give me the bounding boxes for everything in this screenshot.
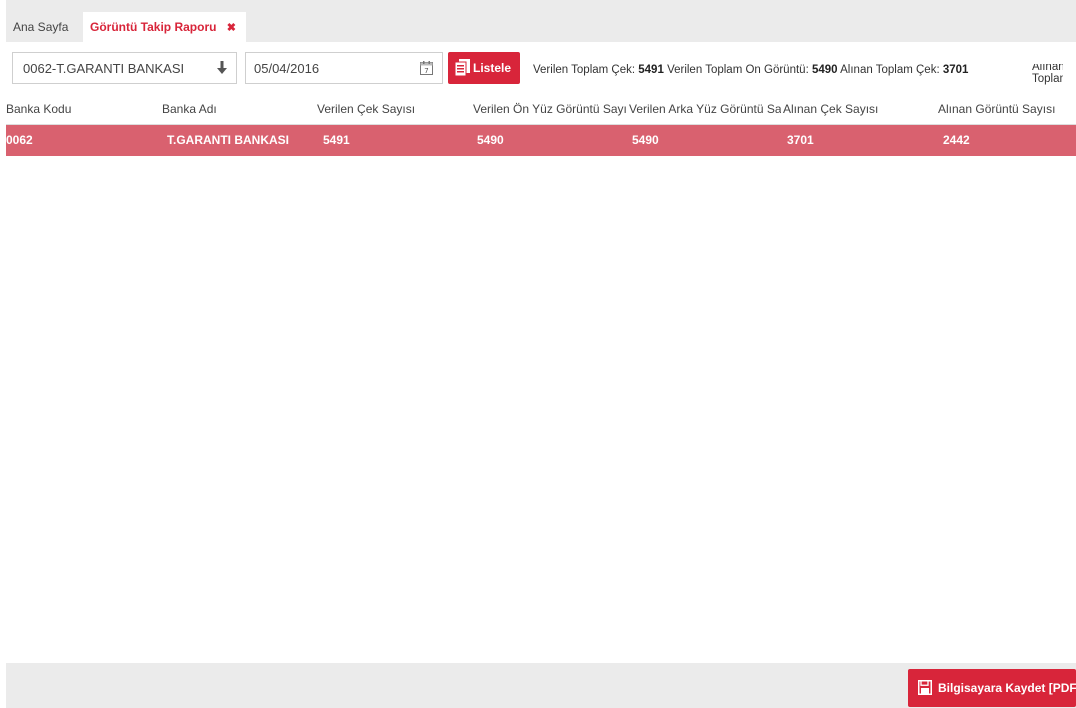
- tab-home-label: Ana Sayfa: [13, 20, 69, 34]
- document-list-icon: [454, 59, 471, 77]
- cell-bank-code: 0062: [6, 133, 33, 147]
- cell-received-cheque-count: 3701: [787, 133, 814, 147]
- table-body: 0062 T.GARANTI BANKASI 5491 5490 5490 37…: [6, 125, 1076, 663]
- cell-bank-name: T.GARANTI BANKASI: [167, 133, 289, 147]
- sent-front-value: 5490: [811, 64, 838, 76]
- bank-select[interactable]: 0062-T.GARANTI BANKASI: [12, 52, 237, 84]
- tab-bar: Ana Sayfa Görüntü Takip Raporu ✖: [6, 0, 1076, 42]
- table-header: Banka Kodu Banka Adı Verilen Çek Sayısı …: [6, 94, 1076, 125]
- column-header-received-cheque-count[interactable]: Alınan Çek Sayısı: [783, 94, 933, 124]
- column-header-received-image-count[interactable]: Alınan Görüntü Sayısı: [938, 94, 1076, 124]
- date-input[interactable]: [247, 54, 414, 82]
- floppy-disk-icon: [918, 680, 932, 695]
- tab-active-label: Görüntü Takip Raporu: [90, 20, 217, 34]
- table-row[interactable]: 0062 T.GARANTI BANKASI 5491 5490 5490 37…: [6, 125, 1076, 156]
- footer-bar: Bilgisayara Kaydet [PDF]: [6, 663, 1076, 708]
- date-field[interactable]: 7: [245, 52, 443, 84]
- column-header-bank-name[interactable]: Banka Adı: [162, 94, 312, 124]
- filter-toolbar: 0062-T.GARANTI BANKASI 7: [6, 42, 1076, 94]
- list-button-label: Listele: [473, 61, 512, 75]
- calendar-icon[interactable]: 7: [420, 61, 433, 75]
- received-cheque-value: 3701: [942, 64, 969, 76]
- column-header-sent-cheque-count[interactable]: Verilen Çek Sayısı: [317, 94, 467, 124]
- report-window: Ana Sayfa Görüntü Takip Raporu ✖ 0062-T.…: [6, 0, 1076, 708]
- sent-front-label: Verilen Toplam Ön Görüntü:: [667, 64, 809, 76]
- tab-image-tracking-report[interactable]: Görüntü Takip Raporu ✖: [83, 12, 247, 42]
- svg-text:7: 7: [424, 67, 428, 75]
- save-pdf-button-label: Bilgisayara Kaydet [PDF]: [938, 681, 1076, 695]
- column-header-sent-front-image-count[interactable]: Verilen Ön Yüz Görüntü Sayısı: [473, 94, 626, 124]
- column-header-bank-code[interactable]: Banka Kodu: [6, 94, 156, 124]
- sent-cheque-label: Verilen Toplam Çek:: [533, 64, 636, 76]
- cell-sent-cheque-count: 5491: [323, 133, 350, 147]
- close-icon[interactable]: ✖: [227, 22, 236, 34]
- received-images-label: Alınan Toplam: [1032, 64, 1063, 85]
- cell-sent-back-image-count: 5490: [632, 133, 659, 147]
- cell-received-image-count: 2442: [943, 133, 970, 147]
- received-cheque-label: Alınan Toplam Çek:: [840, 64, 940, 76]
- save-pdf-button[interactable]: Bilgisayara Kaydet [PDF]: [908, 669, 1076, 707]
- cell-sent-front-image-count: 5490: [477, 133, 504, 147]
- bank-select-value: 0062-T.GARANTI BANKASI: [23, 61, 185, 76]
- arrow-down-icon[interactable]: [214, 61, 230, 77]
- column-header-sent-back-image-count[interactable]: Verilen Arka Yüz Görüntü Sayısı: [629, 94, 781, 124]
- summary-totals: Verilen Toplam Çek: 5491 Verilen Toplam …: [533, 64, 1063, 90]
- tab-home[interactable]: Ana Sayfa: [6, 12, 75, 42]
- list-button[interactable]: Listele: [448, 52, 520, 84]
- sent-cheque-value: 5491: [638, 64, 664, 76]
